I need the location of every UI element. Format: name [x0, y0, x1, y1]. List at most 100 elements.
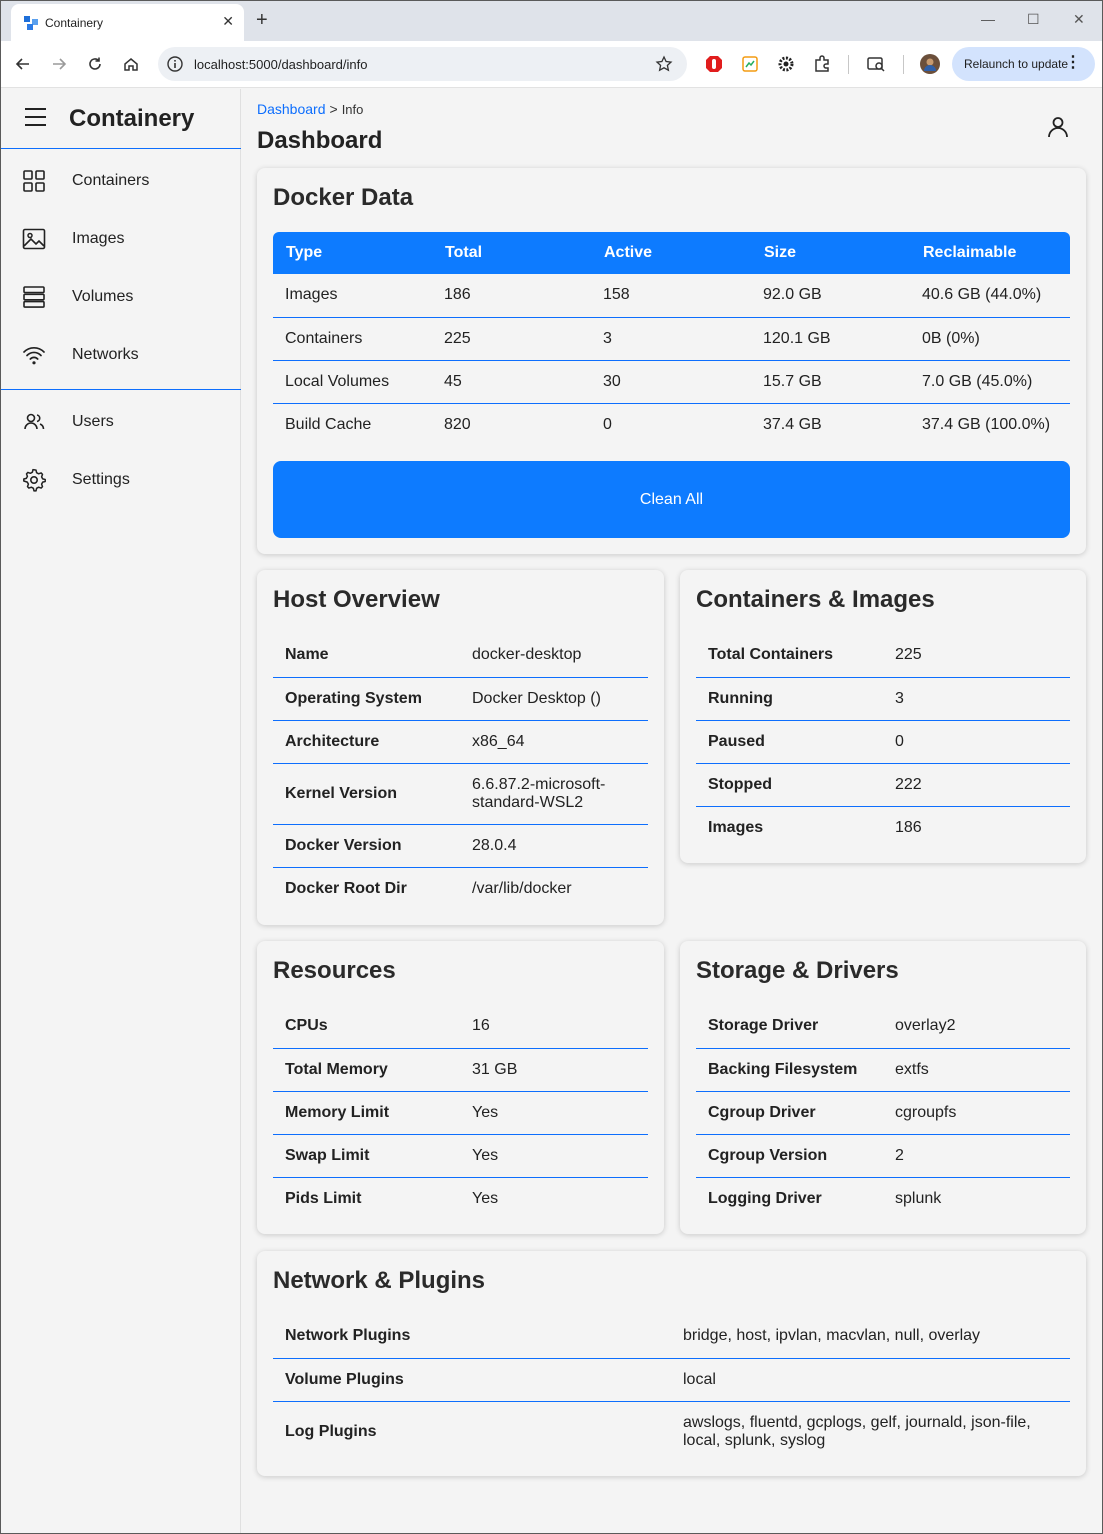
- profile-avatar-icon[interactable]: [920, 54, 940, 74]
- table-cell: 40.6 GB (44.0%): [910, 274, 1070, 318]
- table-row: Logging Driver splunk: [696, 1177, 1070, 1220]
- table-cell: 120.1 GB: [751, 317, 910, 361]
- close-tab-icon[interactable]: ✕: [222, 13, 234, 30]
- row-value: bridge, host, ipvlan, macvlan, null, ove…: [671, 1315, 1070, 1359]
- clean-all-button[interactable]: Clean All: [273, 461, 1070, 538]
- site-info-icon[interactable]: [166, 55, 184, 73]
- row-key: Swap Limit: [273, 1134, 460, 1178]
- row-value: /var/lib/docker: [472, 879, 572, 897]
- table-cell: 225: [432, 317, 591, 361]
- row-value: 6.6.87.2-microsoft-standard-WSL2: [460, 763, 648, 825]
- row-value: overlay2: [883, 1005, 1070, 1049]
- sidebar-item-volumes[interactable]: Volumes: [1, 268, 241, 326]
- row-key: CPUs: [273, 1005, 460, 1049]
- bookmark-star-icon[interactable]: [655, 55, 673, 73]
- breadcrumb-link-dashboard[interactable]: Dashboard: [257, 101, 326, 117]
- app-title: Containery: [69, 105, 195, 132]
- sidebar-item-images[interactable]: Images: [1, 210, 241, 268]
- tab-bar: Containery ✕ + — ☐ ✕: [1, 1, 1102, 41]
- sidebar-item-containers[interactable]: Containers: [1, 152, 241, 210]
- tab-search-icon[interactable]: [866, 54, 886, 74]
- home-icon[interactable]: [121, 54, 141, 74]
- row-value: 0: [883, 720, 1070, 764]
- row-key: Storage Driver: [696, 1005, 883, 1049]
- hamburger-menu-icon[interactable]: [25, 108, 46, 127]
- user-account-icon[interactable]: [1046, 115, 1070, 139]
- table-row: Total Memory 31 GB: [273, 1048, 648, 1092]
- sidebar-item-settings[interactable]: Settings: [1, 451, 241, 509]
- row-key: Network Plugins: [273, 1315, 671, 1359]
- sidebar-item-label: Settings: [72, 471, 130, 488]
- table-row: Log Plugins awslogs, fluentd, gcplogs, ge…: [273, 1401, 1070, 1462]
- sidebar-divider: [1, 389, 241, 390]
- sidebar-item-label: Images: [72, 230, 125, 247]
- row-key: Volume Plugins: [273, 1358, 671, 1402]
- table-row: Cgroup Driver cgroupfs: [696, 1091, 1070, 1135]
- table-row: Total Containers 225: [696, 634, 1070, 678]
- sidebar-item-users[interactable]: Users: [1, 393, 241, 451]
- maximize-icon[interactable]: ☐: [1027, 11, 1040, 28]
- table-row: Stopped 222: [696, 763, 1070, 807]
- table-cell: 37.4 GB: [763, 415, 822, 433]
- row-key: Memory Limit: [273, 1091, 460, 1135]
- docker-data-table: Type Total Active Size Reclaimable Image…: [273, 232, 1070, 446]
- gear-extension-icon[interactable]: [776, 54, 796, 74]
- table-row: Swap Limit Yes: [273, 1134, 648, 1178]
- resources-card: Resources CPUs 16 Total Memory 31 GB Memor…: [257, 941, 664, 1234]
- storage-drivers-table: Storage Driver overlay2 Backing Filesyste…: [696, 1005, 1070, 1220]
- table-cell: 45: [432, 360, 591, 404]
- table-cell: Images: [273, 274, 432, 318]
- row-key: Images: [708, 818, 764, 836]
- sidebar-item-label: Users: [72, 413, 114, 430]
- table-cell: 92.0 GB: [751, 274, 910, 318]
- row-key: Log Plugins: [285, 1422, 377, 1440]
- row-value: docker-desktop: [460, 634, 648, 678]
- containers-images-card: Containers & Images Total Containers 225 …: [680, 570, 1086, 863]
- table-cell: 7.0 GB (45.0%): [910, 360, 1070, 404]
- sidebar-item-networks[interactable]: Networks: [1, 326, 241, 384]
- table-cell: 0B (0%): [910, 317, 1070, 361]
- row-key: Cgroup Driver: [696, 1091, 883, 1135]
- back-icon[interactable]: [13, 54, 33, 74]
- browser-tab[interactable]: Containery ✕: [11, 4, 244, 41]
- table-row: CPUs 16: [273, 1005, 648, 1049]
- row-value: extfs: [883, 1048, 1070, 1092]
- relaunch-update-button[interactable]: Relaunch to update ⋮: [952, 47, 1095, 81]
- color-extension-icon[interactable]: [740, 54, 760, 74]
- row-value: 186: [895, 818, 922, 836]
- gear-icon: [23, 468, 46, 492]
- table-row: Cgroup Version 2: [696, 1134, 1070, 1178]
- column-header: Type: [273, 232, 432, 274]
- row-key: Docker Root Dir: [285, 879, 407, 897]
- table-row: Operating System Docker Desktop (): [273, 677, 648, 721]
- row-key: Docker Version: [273, 824, 460, 868]
- table-cell: 30: [591, 360, 751, 404]
- table-cell: 37.4 GB (100.0%): [922, 415, 1051, 433]
- more-menu-icon[interactable]: ⋮: [1065, 54, 1081, 72]
- extensions-puzzle-icon[interactable]: [812, 54, 832, 74]
- forward-icon[interactable]: [49, 54, 69, 74]
- storage-drivers-card: Storage & Drivers Storage Driver overlay2…: [680, 941, 1086, 1234]
- table-cell: 15.7 GB: [751, 360, 910, 404]
- new-tab-icon[interactable]: +: [256, 9, 268, 31]
- resources-table: CPUs 16 Total Memory 31 GB Memory Limit Yes…: [273, 1005, 648, 1220]
- minimize-icon[interactable]: —: [981, 11, 995, 27]
- table-row: Images 186 158 92.0 GB 40.6 GB (44.0%): [273, 274, 1070, 318]
- row-key: Cgroup Version: [696, 1134, 883, 1178]
- close-window-icon[interactable]: ✕: [1073, 11, 1085, 28]
- reload-icon[interactable]: [85, 54, 105, 74]
- address-bar[interactable]: localhost:5000/dashboard/info: [158, 47, 687, 81]
- toolbar-divider: [848, 55, 849, 74]
- adblock-extension-icon[interactable]: [704, 54, 724, 74]
- row-value: 31 GB: [460, 1048, 648, 1092]
- image-icon: [22, 228, 46, 250]
- table-row: Volume Plugins local: [273, 1358, 1070, 1402]
- database-icon: [23, 286, 45, 308]
- breadcrumb-separator: >: [329, 101, 338, 117]
- row-value: 222: [883, 763, 1070, 807]
- breadcrumb: Dashboard > Info: [257, 101, 363, 117]
- table-row: Running 3: [696, 677, 1070, 721]
- main-content: Dashboard > Info Dashboard Docker Data Typ…: [242, 89, 1102, 1533]
- row-key: Total Memory: [273, 1048, 460, 1092]
- row-value: Yes: [472, 1189, 499, 1207]
